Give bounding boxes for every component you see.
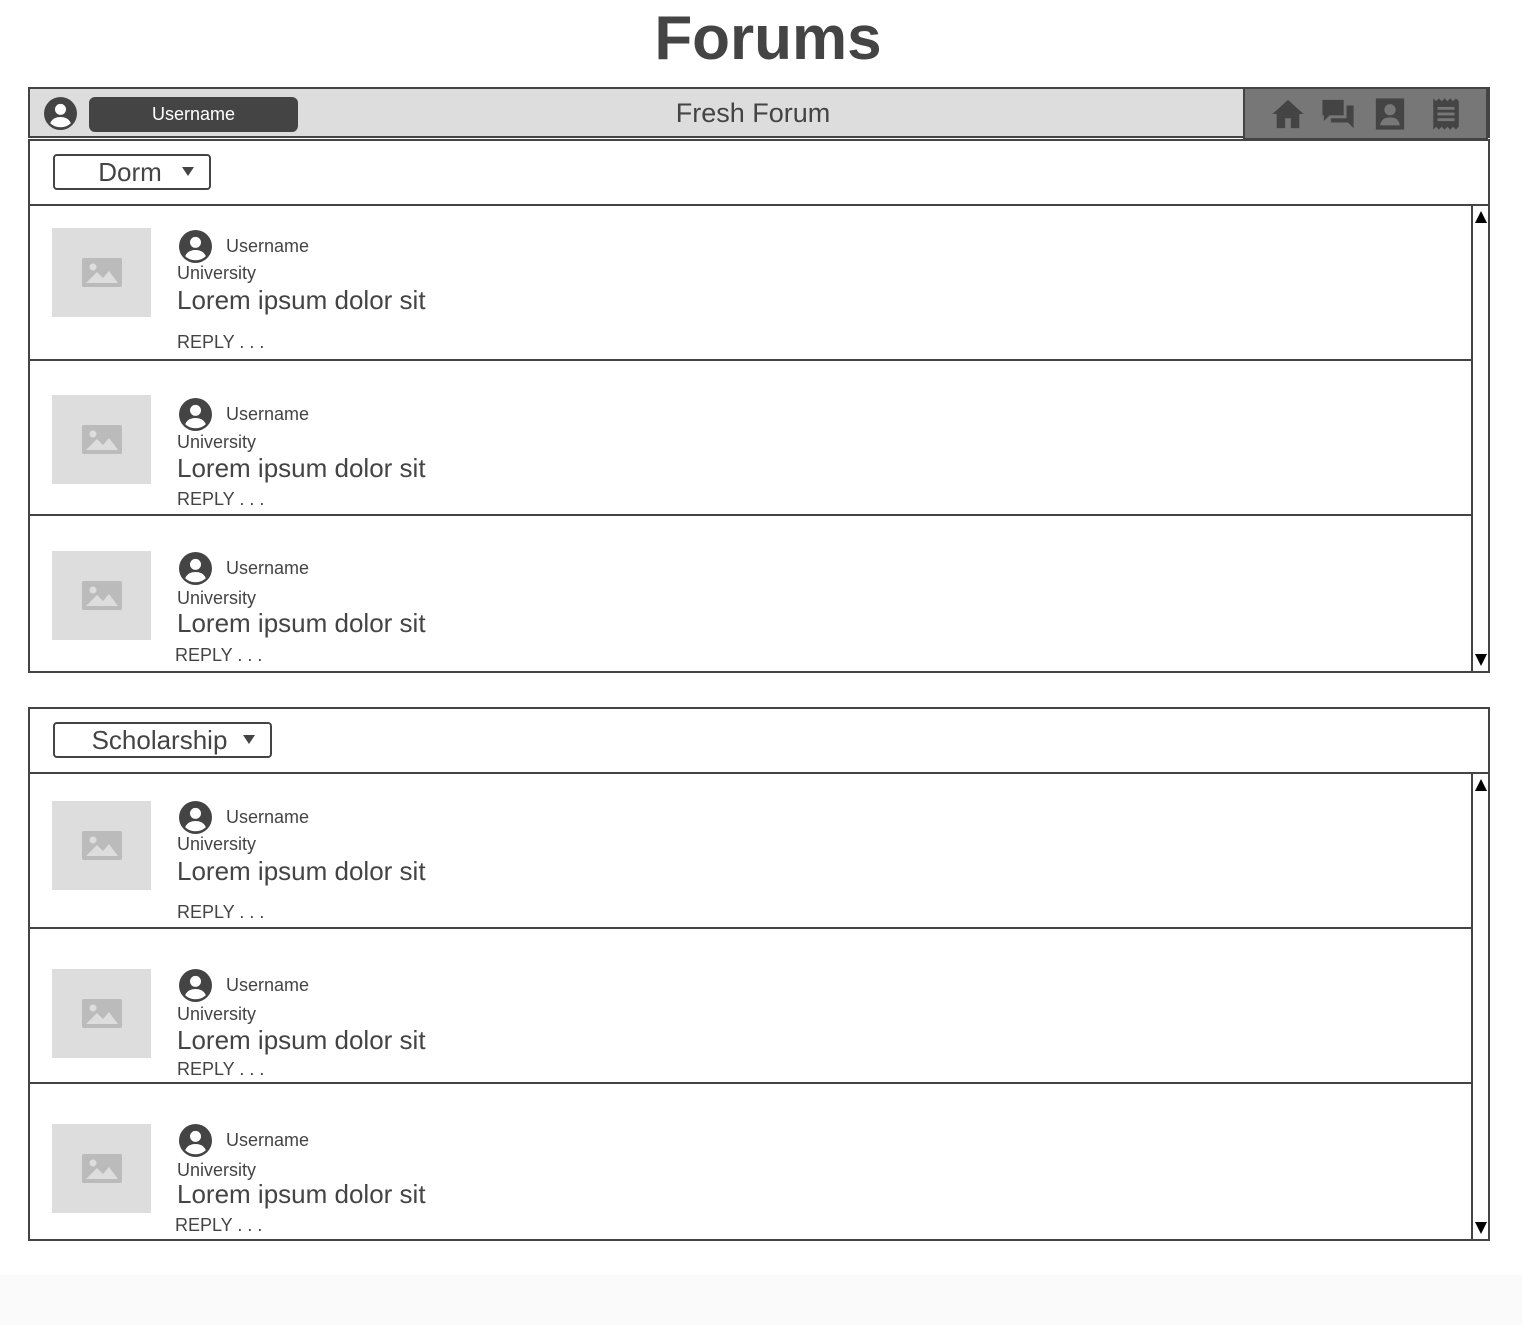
post-text: Lorem ipsum dolor sit — [177, 1179, 426, 1209]
user-avatar-icon[interactable] — [179, 230, 212, 263]
post-text: Lorem ipsum dolor sit — [177, 608, 426, 638]
user-avatar-icon[interactable] — [179, 969, 212, 1002]
reply-link[interactable]: REPLY . . . — [177, 488, 264, 510]
post-item[interactable]: Username University Lorem ipsum dolor si… — [30, 516, 1474, 671]
post-image-placeholder — [52, 551, 151, 640]
section-header: Scholarship — [30, 709, 1488, 774]
category-dropdown[interactable]: Dorm — [53, 154, 211, 190]
user-avatar-icon[interactable] — [179, 398, 212, 431]
image-icon — [82, 581, 122, 610]
post-item[interactable]: Username University Lorem ipsum dolor si… — [30, 1084, 1474, 1239]
chat-icon[interactable] — [1321, 97, 1355, 131]
reply-link[interactable]: REPLY . . . — [177, 331, 264, 353]
post-list: Username University Lorem ipsum dolor si… — [30, 206, 1474, 671]
post-university: University — [177, 588, 257, 608]
category-dropdown-label: Scholarship — [91, 725, 228, 755]
scroll-down-arrow-icon[interactable] — [1475, 654, 1487, 666]
post-username[interactable]: Username — [226, 974, 309, 996]
receipt-icon[interactable] — [1429, 97, 1463, 131]
image-icon — [82, 831, 122, 860]
page-footer-strip — [0, 1275, 1522, 1325]
user-avatar-icon[interactable] — [179, 1124, 212, 1157]
post-university: University — [177, 263, 257, 283]
image-icon — [82, 258, 122, 287]
scroll-up-arrow-icon[interactable] — [1475, 211, 1487, 223]
post-item[interactable]: Username University Lorem ipsum dolor si… — [30, 206, 1474, 361]
forum-section-scholarship: Scholarship Username University Lorem ip… — [28, 707, 1490, 1241]
image-icon — [82, 999, 122, 1028]
post-username[interactable]: Username — [226, 235, 309, 257]
scroll-down-arrow-icon[interactable] — [1475, 1222, 1487, 1234]
post-university: University — [177, 1004, 257, 1024]
post-image-placeholder — [52, 1124, 151, 1213]
scrollbar[interactable] — [1471, 206, 1488, 671]
nav-icon-bar — [1243, 87, 1488, 140]
user-avatar-icon[interactable] — [179, 552, 212, 585]
post-username[interactable]: Username — [226, 1129, 309, 1151]
forum-section-dorm: Dorm Username University Lorem ipsum dol… — [28, 139, 1490, 673]
post-text: Lorem ipsum dolor sit — [177, 1025, 426, 1055]
post-university: University — [177, 1160, 257, 1180]
post-item[interactable]: Username University Lorem ipsum dolor si… — [30, 774, 1474, 929]
image-icon — [82, 1154, 122, 1183]
post-image-placeholder — [52, 395, 151, 484]
post-username[interactable]: Username — [226, 557, 309, 579]
post-username[interactable]: Username — [226, 806, 309, 828]
post-university: University — [177, 834, 257, 854]
chevron-down-icon — [243, 735, 255, 744]
post-text: Lorem ipsum dolor sit — [177, 856, 426, 886]
reply-link[interactable]: REPLY . . . — [177, 1058, 264, 1080]
post-image-placeholder — [52, 228, 151, 317]
home-icon[interactable] — [1271, 97, 1305, 131]
section-header: Dorm — [30, 141, 1488, 206]
category-dropdown[interactable]: Scholarship — [53, 722, 272, 758]
reply-link[interactable]: REPLY . . . — [175, 644, 262, 666]
header-bar: Username Fresh Forum — [28, 87, 1490, 140]
post-image-placeholder — [52, 969, 151, 1058]
post-university: University — [177, 432, 257, 452]
scroll-up-arrow-icon[interactable] — [1475, 779, 1487, 791]
reply-link[interactable]: REPLY . . . — [177, 901, 264, 923]
post-item[interactable]: Username University Lorem ipsum dolor si… — [30, 929, 1474, 1084]
user-avatar-icon[interactable] — [179, 801, 212, 834]
profile-card-icon[interactable] — [1373, 97, 1407, 131]
post-image-placeholder — [52, 801, 151, 890]
scrollbar[interactable] — [1471, 774, 1488, 1239]
page-title: Forums — [654, 4, 882, 73]
post-item[interactable]: Username University Lorem ipsum dolor si… — [30, 361, 1474, 516]
post-list: Username University Lorem ipsum dolor si… — [30, 774, 1474, 1239]
image-icon — [82, 425, 122, 454]
post-text: Lorem ipsum dolor sit — [177, 453, 426, 483]
chevron-down-icon — [182, 167, 194, 176]
reply-link[interactable]: REPLY . . . — [175, 1214, 262, 1236]
post-username[interactable]: Username — [226, 403, 309, 425]
post-text: Lorem ipsum dolor sit — [177, 285, 426, 315]
